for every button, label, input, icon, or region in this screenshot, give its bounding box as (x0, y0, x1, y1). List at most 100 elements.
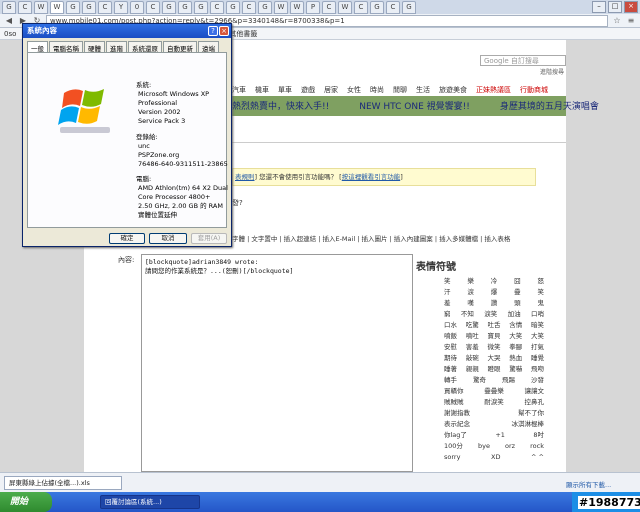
star-icon[interactable]: ☆ (612, 16, 622, 26)
emoticon-item[interactable]: 幫不了你 (518, 408, 544, 419)
browser-tab[interactable]: G (66, 0, 80, 14)
browser-tab[interactable]: C (322, 0, 336, 14)
back-icon[interactable]: ◀ (4, 16, 14, 26)
emoticon-item[interactable]: 汗 (444, 287, 451, 298)
emoticon-item[interactable]: 讚 (491, 298, 498, 309)
browser-tab[interactable]: G (402, 0, 416, 14)
emoticon-item[interactable]: 加油 (508, 309, 521, 320)
emoticon-item[interactable]: rock (530, 441, 544, 452)
emoticon-item[interactable]: 冰淇淋棍棒 (512, 419, 545, 430)
menu-item[interactable]: 單車 (278, 85, 292, 95)
emoticon-item[interactable]: 期待 (444, 353, 457, 364)
emoticon-item[interactable]: 冷 (491, 276, 498, 287)
browser-tab[interactable]: G (178, 0, 192, 14)
emoticon-item[interactable]: 讓讓文 (525, 386, 545, 397)
emoticon-item[interactable]: 謝謝指教 (444, 408, 470, 419)
emoticon-item[interactable]: 寶貝 (488, 331, 501, 342)
emoticon-item[interactable]: 淚笑 (484, 309, 497, 320)
emoticon-item[interactable]: 口水 (444, 320, 457, 331)
emoticon-item[interactable]: 耐淚笑 (484, 397, 504, 408)
taskbar-item[interactable]: 回覆討論區(系統...) (100, 495, 200, 509)
emoticon-item[interactable]: 瞪眼 (488, 364, 501, 375)
browser-tab[interactable]: C (210, 0, 224, 14)
emoticon-item[interactable]: 熱血 (509, 353, 522, 364)
search-input[interactable]: Google 自訂搜尋 (480, 55, 566, 66)
menu-item[interactable]: 閒聊 (393, 85, 407, 95)
emoticon-item[interactable]: 敲碗 (466, 353, 479, 364)
reply-textarea[interactable]: [blockquote]adrian3849 wrote: 請問您的作業系統是？… (141, 254, 413, 472)
emoticon-item[interactable]: XD (491, 452, 500, 463)
browser-tab[interactable]: C (354, 0, 368, 14)
menu-item[interactable]: 女性 (347, 85, 361, 95)
emoticon-item[interactable]: 口哨 (531, 309, 544, 320)
emoticon-item[interactable]: 含情 (509, 320, 522, 331)
emoticon-item[interactable]: 你lag了 (444, 430, 467, 441)
emoticon-item[interactable]: ^ ^ (531, 452, 544, 463)
emoticon-item[interactable]: 表示紀念 (444, 419, 470, 430)
browser-tab[interactable]: G (162, 0, 176, 14)
emoticon-item[interactable]: 睡著 (444, 364, 457, 375)
browser-tab[interactable]: C (386, 0, 400, 14)
apply-button[interactable]: 套用(A) (191, 233, 227, 244)
emoticon-item[interactable]: 親親 (466, 364, 479, 375)
browser-tab[interactable]: G (194, 0, 208, 14)
browser-tab[interactable]: C (18, 0, 32, 14)
bookmark-item[interactable]: 其他書籤 (229, 29, 257, 39)
emoticon-item[interactable]: 打氣 (531, 342, 544, 353)
emoticon-item[interactable]: +1 (495, 430, 505, 441)
emoticon-item[interactable]: 睡覺 (531, 353, 544, 364)
menu-item[interactable]: 汽車 (232, 85, 246, 95)
download-item[interactable]: 屏東縣綠上佔據(全檔...).xls (4, 476, 122, 490)
emoticon-item[interactable]: 飛吻 (531, 364, 544, 375)
browser-tab[interactable]: G (258, 0, 272, 14)
browser-tab[interactable]: G (370, 0, 384, 14)
emoticon-item[interactable]: sorry (444, 452, 460, 463)
emoticon-item[interactable]: 不知 (461, 309, 474, 320)
emoticon-item[interactable]: 爆 (491, 287, 498, 298)
browser-tab[interactable]: P (306, 0, 320, 14)
browser-tab[interactable]: G (82, 0, 96, 14)
ok-button[interactable]: 確定 (109, 233, 145, 244)
menu-item[interactable]: 時尚 (370, 85, 384, 95)
advanced-search-link[interactable]: 進階搜尋 (540, 67, 564, 76)
emoticon-item[interactable]: 買轎你 (444, 386, 464, 397)
emoticon-item[interactable]: 微笑 (488, 342, 501, 353)
menu-item[interactable]: 行動商城 (520, 85, 548, 95)
emoticon-item[interactable]: 吃驚 (466, 320, 479, 331)
browser-tab[interactable]: C (146, 0, 160, 14)
marquee-item[interactable]: 身歷其境的五月天演唱會 (500, 99, 599, 112)
emoticon-item[interactable]: 暗笑 (531, 320, 544, 331)
emoticon-item[interactable]: 鬼 (538, 298, 545, 309)
menu-item[interactable]: 居家 (324, 85, 338, 95)
wrench-icon[interactable]: ≡ (626, 16, 636, 26)
emoticon-item[interactable]: 拳腳 (509, 342, 522, 353)
menu-item[interactable]: 生活 (416, 85, 430, 95)
minimize-button[interactable]: – (592, 1, 606, 13)
emoticon-item[interactable]: 沙發 (531, 375, 544, 386)
browser-tab[interactable]: 0 (130, 0, 144, 14)
emoticon-item[interactable]: 疊疊樂 (484, 386, 504, 397)
marquee-item[interactable]: NEW HTC ONE 視覺饗宴!! (359, 99, 470, 112)
menu-item[interactable]: 遊戲 (301, 85, 315, 95)
dialog-title[interactable]: 系統內容 (23, 24, 231, 38)
emoticon-item[interactable]: 大哭 (488, 353, 501, 364)
maximize-button[interactable]: □ (608, 1, 622, 13)
emoticon-item[interactable]: 疊 (514, 287, 521, 298)
emoticon-item[interactable]: bye (478, 441, 490, 452)
emoticon-item[interactable]: 怒 (538, 276, 545, 287)
emoticon-item[interactable]: 嘆 (467, 298, 474, 309)
emoticon-item[interactable]: 羞 (444, 298, 451, 309)
emoticon-item[interactable]: 驚奇 (473, 375, 486, 386)
emoticon-item[interactable]: 笑 (538, 287, 545, 298)
emoticon-item[interactable]: 100分 (444, 441, 463, 452)
emoticon-item[interactable]: 轉手 (444, 375, 457, 386)
emoticon-item[interactable]: 窮 (444, 309, 451, 320)
menu-item[interactable]: 正妹熱議區 (476, 85, 511, 95)
browser-tab[interactable]: W (34, 0, 48, 14)
emoticon-item[interactable]: 驚嚇 (509, 364, 522, 375)
browser-tab[interactable]: C (242, 0, 256, 14)
emoticon-item[interactable]: 大笑 (509, 331, 522, 342)
emoticon-item[interactable]: 囧 (514, 276, 521, 287)
marquee-item[interactable]: 熱烈熱賣中，快來入手!! (232, 99, 329, 112)
emoticon-item[interactable]: 吐舌 (488, 320, 501, 331)
